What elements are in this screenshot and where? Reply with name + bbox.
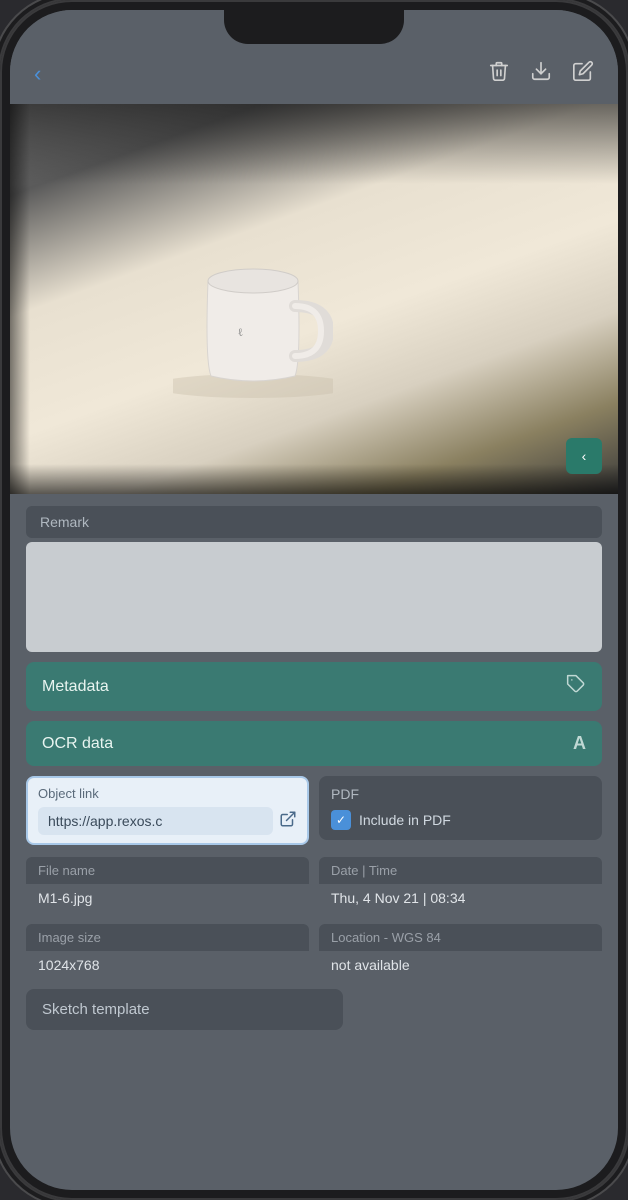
back-button[interactable]: ‹ [34,61,41,87]
datetime-item: Date | Time Thu, 4 Nov 21 | 08:34 [319,857,602,912]
download-icon[interactable] [530,60,552,88]
metadata-label: Metadata [42,678,109,696]
screen: ‹ [10,10,618,1190]
object-link-column: Object link [26,776,309,845]
location-label: Location - WGS 84 [319,924,602,951]
pdf-column: PDF ✓ Include in PDF [319,776,602,845]
mug-scene: ℓ [10,104,618,494]
image-nav-button[interactable]: ‹ [566,438,602,474]
delete-icon[interactable] [488,60,510,88]
image-size-label: Image size [26,924,309,951]
pdf-label: PDF [331,786,590,802]
object-link-box: Object link [26,776,309,845]
file-name-item: File name M1-6.jpg [26,857,309,912]
object-link-input-row [38,807,297,835]
file-meta-row: File name M1-6.jpg Date | Time Thu, 4 No… [26,857,602,912]
ocr-section-button[interactable]: OCR data A [26,721,602,766]
svg-text:ℓ: ℓ [237,327,243,339]
notch [224,10,404,44]
ocr-icon: A [573,733,586,754]
location-item: Location - WGS 84 not available [319,924,602,979]
image-border-bottom [10,464,618,494]
image-meta-row: Image size 1024x768 Location - WGS 84 no… [26,924,602,979]
include-pdf-row: ✓ Include in PDF [331,810,590,830]
phone-frame: ‹ [0,0,628,1200]
location-value: not available [319,951,602,979]
file-name-value: M1-6.jpg [26,884,309,912]
external-link-icon[interactable] [279,810,297,833]
nav-right [488,60,594,88]
sketch-template-button[interactable]: Sketch template [26,989,343,1030]
image-area: ℓ ‹ [10,104,618,494]
object-link-label: Object link [38,786,297,801]
edit-icon[interactable] [572,60,594,88]
metadata-section-button[interactable]: Metadata [26,662,602,711]
image-border-left [10,104,30,494]
object-link-input[interactable] [38,807,273,835]
image-size-value: 1024x768 [26,951,309,979]
ocr-label: OCR data [42,735,113,753]
nav-left: ‹ [34,61,41,87]
include-pdf-text: Include in PDF [359,812,451,828]
image-overlay-top [10,104,618,184]
datetime-label: Date | Time [319,857,602,884]
include-pdf-checkbox[interactable]: ✓ [331,810,351,830]
mug-image: ℓ [173,221,333,406]
remark-label: Remark [26,506,602,538]
main-content: Remark Metadata OCR data A [10,506,618,1050]
image-size-item: Image size 1024x768 [26,924,309,979]
datetime-value: Thu, 4 Nov 21 | 08:34 [319,884,602,912]
metadata-icon [566,674,586,699]
pdf-box: PDF ✓ Include in PDF [319,776,602,840]
content: ‹ [10,10,618,1190]
link-pdf-row: Object link [26,776,602,845]
remark-textarea[interactable] [26,542,602,652]
file-name-label: File name [26,857,309,884]
